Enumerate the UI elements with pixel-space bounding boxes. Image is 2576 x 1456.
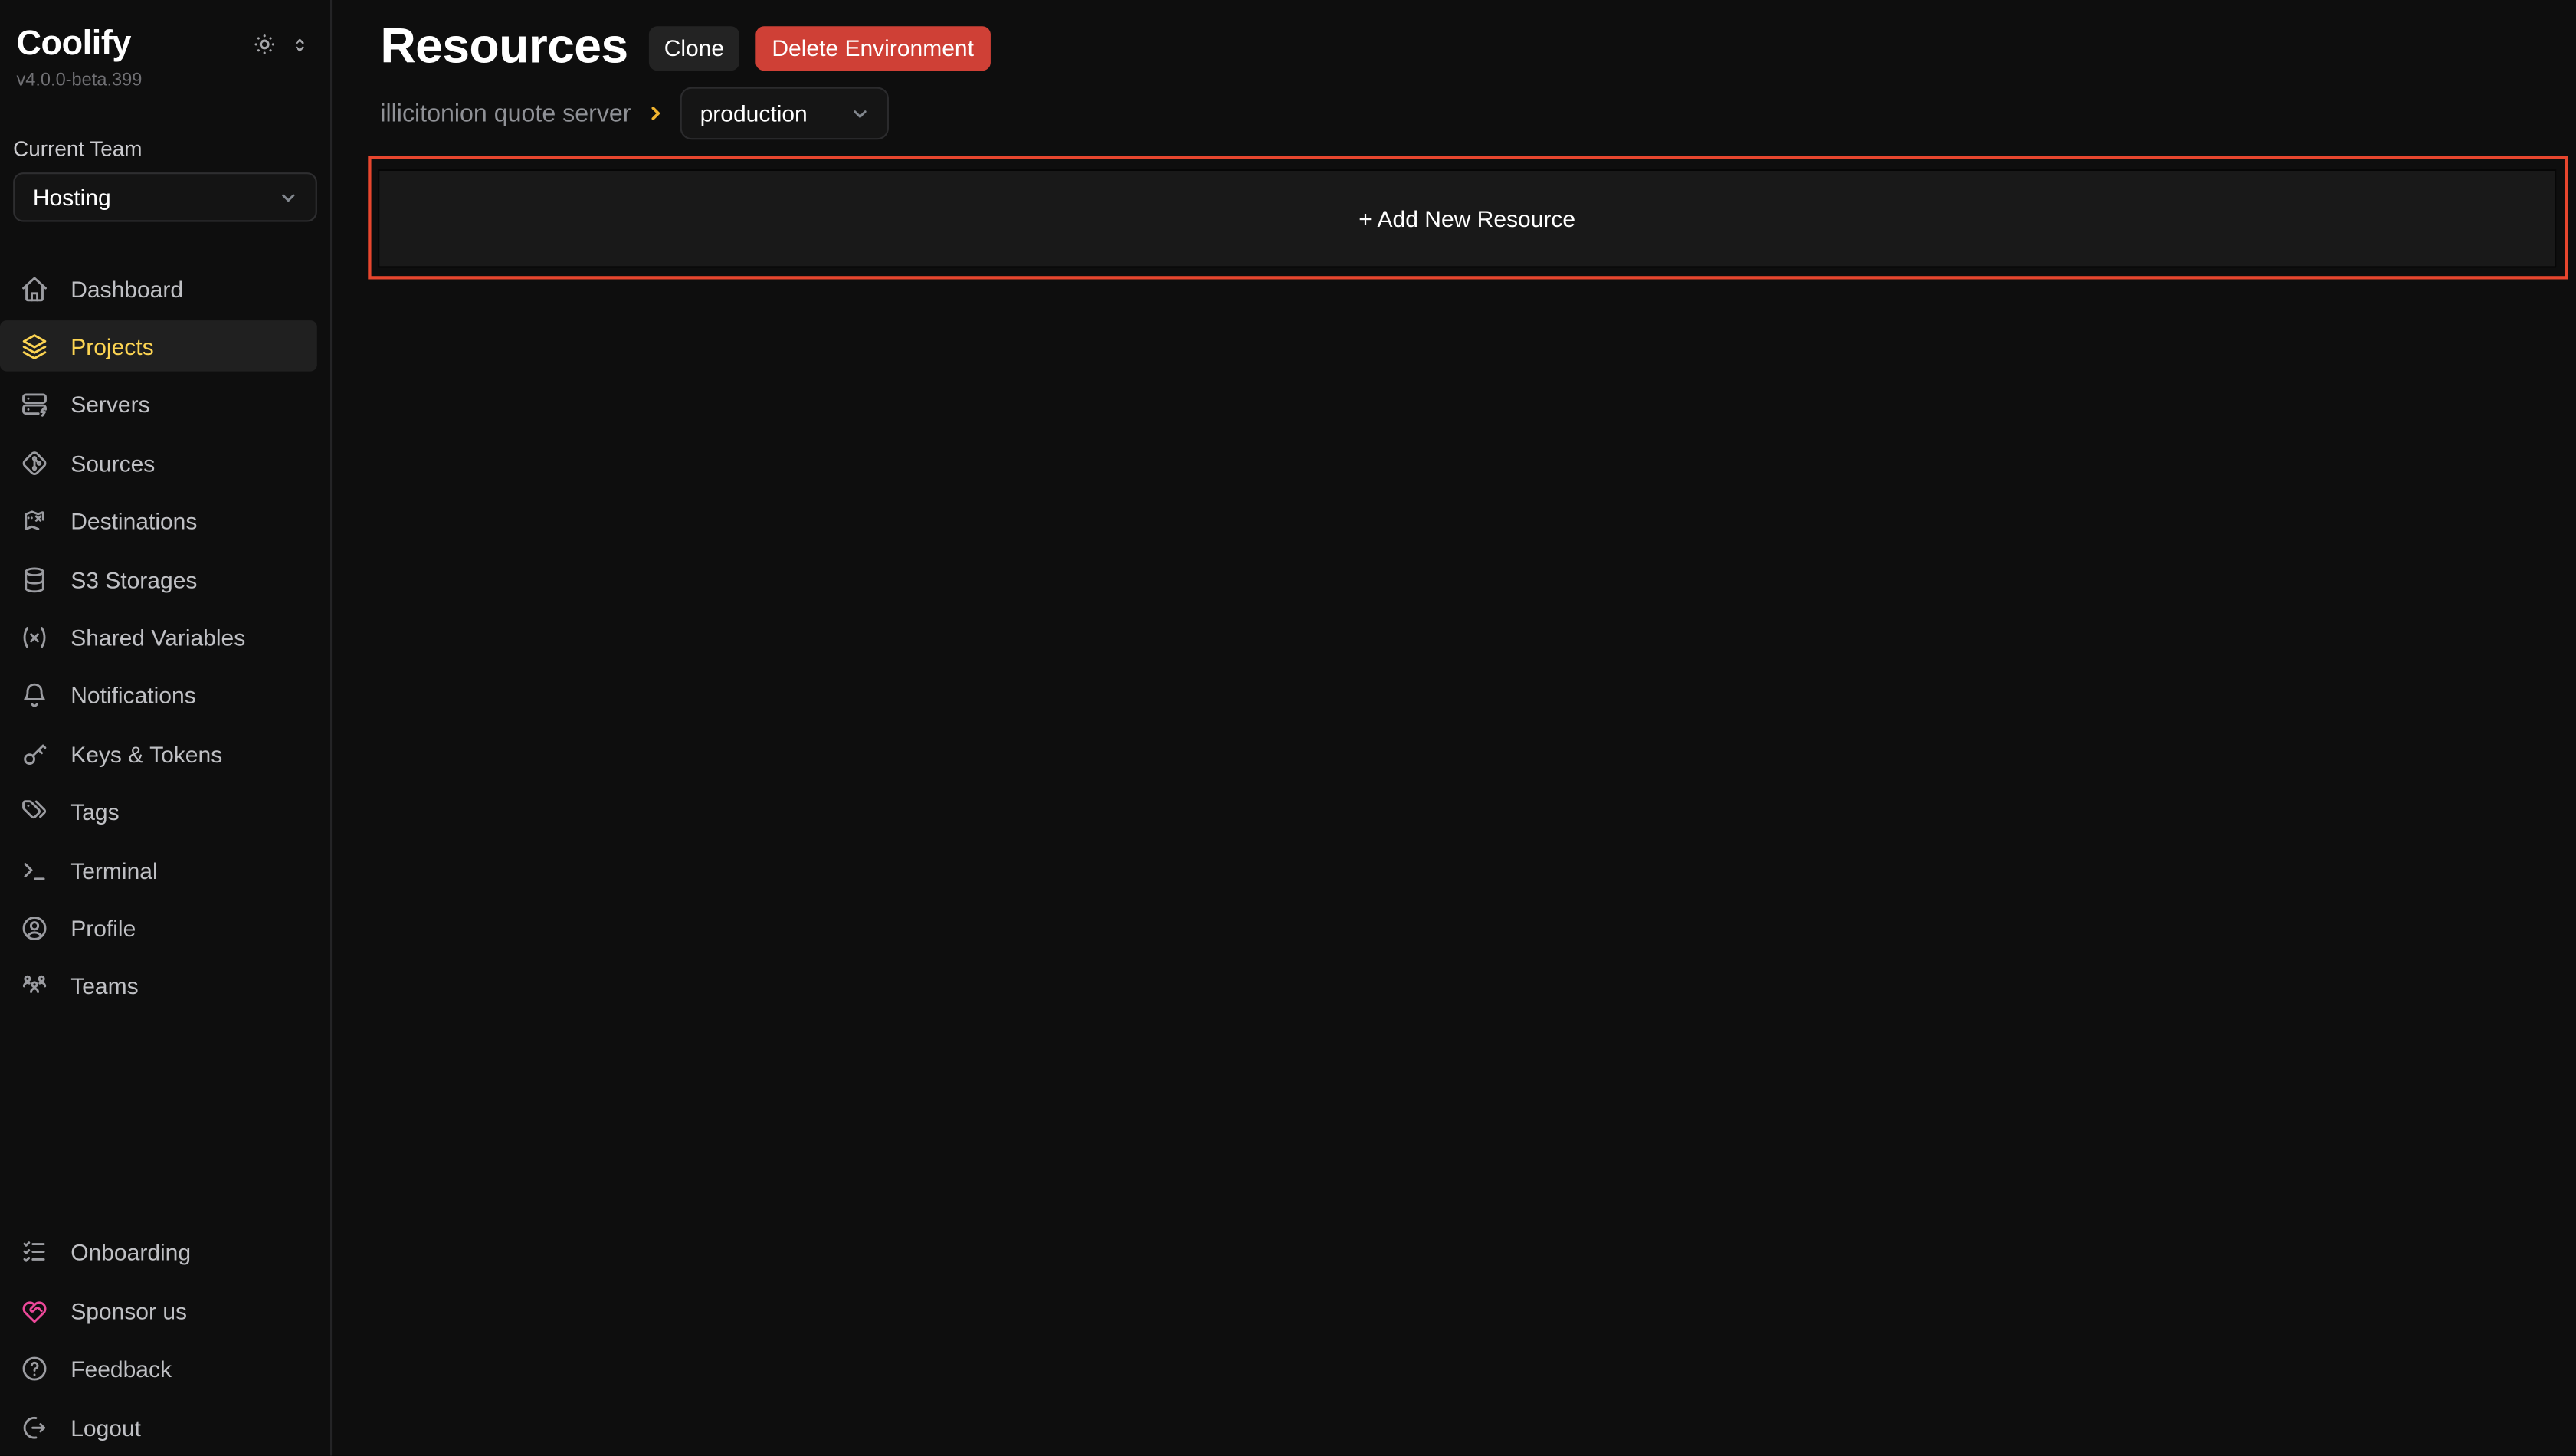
add-new-resource-button[interactable]: + Add New Resource	[378, 169, 2556, 267]
sidebar-item-label: Sources	[70, 450, 155, 476]
environment-select-value: production	[700, 100, 808, 126]
heart-handshake-icon	[20, 1296, 50, 1326]
environment-select[interactable]: production	[680, 87, 889, 140]
variable-icon	[20, 622, 50, 652]
sidebar-item-label: Profile	[70, 915, 136, 941]
current-team-label: Current Team	[13, 136, 316, 161]
sidebar-item-feedback[interactable]: Feedback	[0, 1343, 317, 1394]
page-header: Resources Clone Delete Environment	[331, 0, 2576, 72]
sidebar-item-servers[interactable]: Servers	[0, 379, 317, 430]
sidebar-item-label: Sponsor us	[70, 1297, 187, 1323]
terminal-icon	[20, 855, 50, 885]
sidebar-item-label: Terminal	[70, 857, 157, 883]
server-bolt-icon	[20, 390, 50, 420]
delete-environment-button[interactable]: Delete Environment	[755, 25, 991, 70]
sidebar-item-keys-tokens[interactable]: Keys & Tokens	[0, 728, 317, 779]
database-icon	[20, 565, 50, 595]
annotation-highlight-box: + Add New Resource	[367, 156, 2567, 280]
team-select-value: Hosting	[33, 184, 111, 210]
sidebar-item-label: Servers	[70, 392, 149, 418]
sidebar-item-label: Logout	[70, 1414, 141, 1440]
sidebar-item-teams[interactable]: Teams	[0, 961, 317, 1012]
sidebar-item-s3-storages[interactable]: S3 Storages	[0, 554, 317, 605]
sidebar-item-label: Feedback	[70, 1356, 172, 1382]
sidebar-item-profile[interactable]: Profile	[0, 903, 317, 953]
sidebar-item-sponsor-us[interactable]: Sponsor us	[0, 1285, 317, 1336]
sidebar-item-label: Teams	[70, 973, 138, 999]
layers-icon	[20, 332, 50, 362]
sidebar-item-logout[interactable]: Logout	[0, 1402, 317, 1452]
tags-icon	[20, 797, 50, 827]
sidebar-item-sources[interactable]: Sources	[0, 438, 317, 488]
sidebar-item-tags[interactable]: Tags	[0, 786, 317, 837]
sidebar-bottom-nav: Onboarding Sponsor us Feedback Logout	[0, 1227, 317, 1452]
theme-toggle-sun-icon[interactable]	[251, 31, 277, 57]
app-root: Coolify v4.0.0-beta.399 Current Team Hos…	[0, 0, 2576, 1456]
sidebar-item-label: Tags	[70, 799, 119, 825]
home-icon	[20, 274, 50, 303]
sidebar: Coolify v4.0.0-beta.399 Current Team Hos…	[0, 0, 331, 1456]
help-circle-icon	[20, 1354, 50, 1384]
sidebar-item-destinations[interactable]: Destinations	[0, 496, 317, 546]
chevron-down-icon	[848, 101, 873, 126]
breadcrumb-project[interactable]: illicitonion quote server	[380, 100, 631, 127]
sidebar-header: Coolify	[0, 0, 329, 63]
chevron-down-icon	[275, 185, 300, 209]
map-x-icon	[20, 507, 50, 536]
clone-button[interactable]: Clone	[649, 25, 739, 70]
key-icon	[20, 739, 50, 769]
sidebar-item-label: Destinations	[70, 508, 197, 534]
git-icon	[20, 448, 50, 478]
user-circle-icon	[20, 913, 50, 943]
checklist-icon	[20, 1238, 50, 1267]
sidebar-nav: Dashboard Projects Servers Sources Destinati…	[0, 263, 329, 1012]
sidebar-item-label: Projects	[70, 333, 153, 359]
sidebar-item-onboarding[interactable]: Onboarding	[0, 1227, 317, 1277]
sidebar-item-projects[interactable]: Projects	[0, 321, 317, 372]
breadcrumb: illicitonion quote server production	[380, 87, 2576, 140]
bell-icon	[20, 680, 50, 710]
page-title: Resources	[380, 23, 628, 72]
sidebar-header-icons	[251, 31, 310, 57]
sidebar-item-notifications[interactable]: Notifications	[0, 670, 317, 720]
chevrons-up-down-icon[interactable]	[288, 34, 310, 55]
sidebar-item-dashboard[interactable]: Dashboard	[0, 263, 317, 313]
logout-icon	[20, 1412, 50, 1442]
sidebar-item-label: Shared Variables	[70, 625, 245, 651]
users-group-icon	[20, 972, 50, 1002]
chevron-right-icon	[644, 102, 667, 125]
sidebar-item-terminal[interactable]: Terminal	[0, 844, 317, 895]
sidebar-item-label: Notifications	[70, 683, 196, 709]
team-select[interactable]: Hosting	[13, 172, 316, 221]
sidebar-item-label: S3 Storages	[70, 566, 197, 592]
app-version: v4.0.0-beta.399	[0, 63, 329, 90]
sidebar-item-label: Keys & Tokens	[70, 740, 222, 766]
sidebar-item-label: Onboarding	[70, 1239, 191, 1265]
app-logo: Coolify	[16, 25, 131, 63]
sidebar-item-label: Dashboard	[70, 275, 183, 301]
sidebar-item-shared-variables[interactable]: Shared Variables	[0, 612, 317, 663]
main-content: Resources Clone Delete Environment illic…	[331, 0, 2576, 1456]
add-new-resource-label: + Add New Resource	[1358, 205, 1575, 231]
